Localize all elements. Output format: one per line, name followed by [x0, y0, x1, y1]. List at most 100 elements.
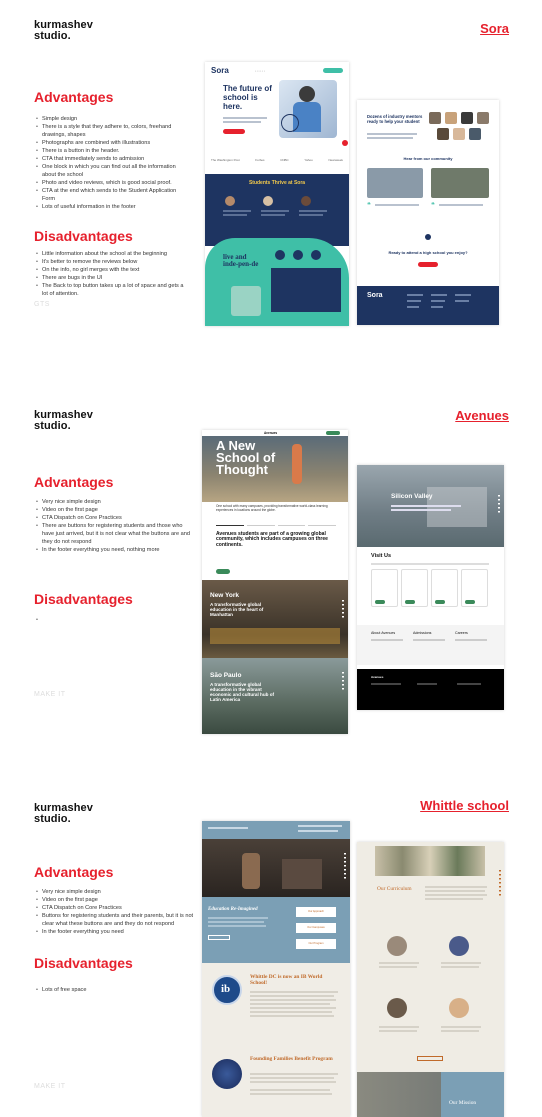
- avenues-tabs: [216, 516, 336, 526]
- avenues-visit-screenshot: Silicon Valley Visit Us About Avenues Ad…: [357, 465, 504, 710]
- curriculum-banner: [375, 846, 485, 876]
- ghost-text: GTS: [34, 301, 50, 308]
- ghost-text: MAKE IT: [34, 691, 66, 698]
- list-item: Lots of free space: [36, 986, 186, 994]
- list-item: Simple design: [36, 115, 186, 123]
- list-item: Video on the first page: [36, 896, 196, 904]
- event-card[interactable]: [401, 569, 428, 607]
- curriculum-title: Our Curriculum: [377, 886, 412, 892]
- founding-photo: [212, 1059, 242, 1089]
- whittle-home-screenshot: Education Re-Imagined Our Approach Our C…: [202, 821, 350, 1117]
- disadvantages-heading: Disadvantages: [34, 955, 133, 971]
- sora-hero-photo: [279, 80, 337, 138]
- avenues-panel: kurmashev studio. Avenues Advantages Ver…: [0, 394, 542, 734]
- sora-footer: Sora: [357, 286, 499, 325]
- ib-title: Whittle DC is now an IB World School!: [250, 974, 323, 986]
- new-york-section: New York A transformative global educati…: [202, 580, 348, 658]
- tab[interactable]: [277, 516, 306, 526]
- event-card[interactable]: [371, 569, 398, 607]
- sora-hero-title: The future of school is here.: [223, 84, 272, 111]
- visit-us-heading: Visit Us: [371, 553, 392, 559]
- founding-title: Founding Families Benefit Program: [250, 1056, 333, 1062]
- list-item: The Back to top button takes up a lot of…: [36, 282, 186, 298]
- curriculum-button[interactable]: [417, 1056, 443, 1061]
- sora-hero-cta[interactable]: [223, 129, 245, 134]
- disadvantages-heading: Disadvantages: [34, 591, 133, 607]
- avenues-title[interactable]: Avenues: [455, 408, 509, 423]
- avenues-footer-links: About Avenues Admissions Careers: [357, 625, 504, 665]
- review-video[interactable]: [431, 168, 489, 198]
- tab[interactable]: [246, 516, 275, 526]
- list-item: There are bugs in the UI: [36, 274, 186, 282]
- list-item: One block in which you can find out all …: [36, 163, 186, 179]
- advantages-heading: Advantages: [34, 864, 114, 880]
- our-approach-button[interactable]: Our Approach: [296, 907, 336, 917]
- list-item: There is a style that they adhere to, co…: [36, 123, 186, 139]
- list-item: CTA Dispatch on Core Practices: [36, 514, 196, 522]
- ghost-text: MAKE IT: [34, 1083, 66, 1090]
- avenues-hero-video[interactable]: A New School of Thought: [202, 436, 348, 502]
- sora-press-logos: The Washington Post Forbes CNBC Yahoo Newswe…: [211, 158, 343, 162]
- curriculum-photo: [449, 936, 469, 956]
- list-item: On the info, no girl merges with the tex…: [36, 266, 186, 274]
- apply-button[interactable]: [326, 431, 340, 435]
- list-item: CTA at the end which sends to the Studen…: [36, 187, 186, 203]
- list-item: CTA that immediately sends to admission: [36, 155, 186, 163]
- avenues-hero-title: A New School of Thought: [216, 438, 276, 477]
- list-item: It's better to remove the reviews below: [36, 258, 186, 266]
- advantages-list: Very nice simple design Video on the fir…: [36, 498, 196, 554]
- event-card[interactable]: [431, 569, 458, 607]
- list-item: There are buttons for registering studen…: [36, 522, 196, 546]
- advantages-heading: Advantages: [34, 89, 114, 105]
- sora-nav: ◦ ◦ ◦ ◦ ◦ ◦: [255, 69, 265, 73]
- sora-thrive-section: Students Thrive at Sora: [205, 174, 349, 246]
- whittle-header: [202, 821, 350, 839]
- curriculum-photo: [387, 936, 407, 956]
- list-item: In the footer everything you need, nothi…: [36, 546, 196, 554]
- learn-more-button[interactable]: [216, 569, 230, 574]
- mentor-avatars: [429, 112, 491, 142]
- list-item: Little information about the school at t…: [36, 250, 186, 258]
- disadvantages-list: Little information about the school at t…: [36, 250, 186, 298]
- sora-title[interactable]: Sora: [480, 21, 509, 36]
- avenues-campuses-heading: Avenues students are part of a growing g…: [216, 531, 328, 548]
- sora-panel: kurmashev studio. Sora Advantages Simple…: [0, 0, 542, 336]
- ib-logo: ib: [212, 975, 242, 1005]
- tab[interactable]: [216, 516, 244, 526]
- brand-logo: kurmashev studio.: [34, 19, 93, 42]
- disadvantages-heading: Disadvantages: [34, 228, 133, 244]
- silicon-valley-section: Silicon Valley: [357, 465, 504, 547]
- sora-header-button[interactable]: [323, 68, 343, 73]
- apply-button[interactable]: [418, 262, 438, 267]
- our-program-button[interactable]: Our Program: [296, 939, 336, 949]
- curriculum-photo: [449, 998, 469, 1018]
- list-item: In the footer everything you need: [36, 928, 196, 936]
- disadvantages-list: Lots of free space: [36, 986, 186, 994]
- tab[interactable]: [308, 516, 336, 526]
- list-item: Very nice simple design: [36, 888, 196, 896]
- avenues-home-screenshot: Avenues A New School of Thought One scho…: [202, 430, 348, 734]
- curriculum-photo: [387, 998, 407, 1018]
- whittle-title[interactable]: Whittle school: [420, 798, 509, 813]
- back-to-top-button[interactable]: [425, 234, 431, 240]
- list-item: There is a button in the header.: [36, 147, 186, 155]
- advantages-list: Simple design There is a style that they…: [36, 115, 186, 211]
- sora-community-title: Hear from our community: [403, 156, 453, 161]
- sora-home-screenshot: Sora ◦ ◦ ◦ ◦ ◦ ◦ The future of school is…: [205, 62, 349, 326]
- event-card[interactable]: [461, 569, 488, 607]
- mission-title: Our Mission: [449, 1100, 477, 1106]
- advantages-list: Very nice simple design Video on the fir…: [36, 888, 196, 936]
- whittle-hero-video[interactable]: [202, 839, 350, 897]
- list-item: Photographs are combined with illustrati…: [36, 139, 186, 147]
- whittle-panel: kurmashev studio. Whittle school Advanta…: [0, 790, 542, 1117]
- sora-cta-title: Ready to attend a high school you enjoy?: [388, 250, 468, 255]
- review-video[interactable]: [367, 168, 423, 198]
- sora-mentors-title: Dozens of industry mentors ready to help…: [367, 114, 423, 124]
- sora-live-section: live and inde-pen-de: [205, 238, 349, 326]
- education-section: Education Re-Imagined Our Approach Our C…: [202, 897, 350, 963]
- sao-paulo-section: São Paulo A transformative global educat…: [202, 658, 348, 734]
- sora-mentors-screenshot: Dozens of industry mentors ready to help…: [357, 100, 499, 325]
- advantages-heading: Advantages: [34, 474, 114, 490]
- brand-logo: kurmashev studio.: [34, 802, 93, 825]
- our-campuses-button[interactable]: Our Campuses: [296, 923, 336, 933]
